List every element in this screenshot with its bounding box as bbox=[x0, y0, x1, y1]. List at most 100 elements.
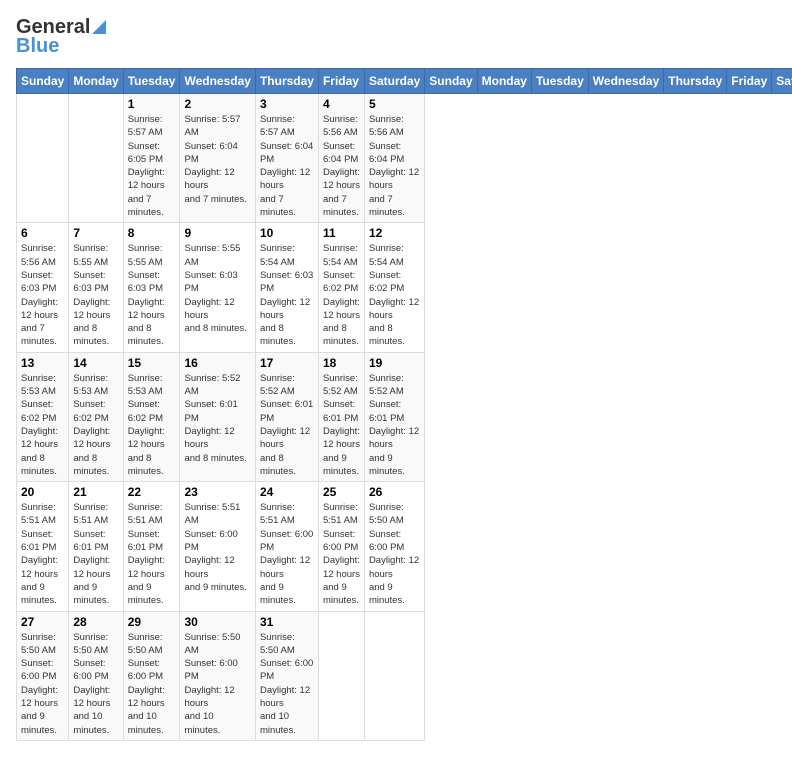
cell-content: Sunrise: 5:57 AM Sunset: 6:04 PM Dayligh… bbox=[260, 113, 314, 219]
weekday-header-cell: Sunday bbox=[425, 69, 477, 94]
day-number: 4 bbox=[323, 97, 360, 111]
cell-content: Sunrise: 5:50 AM Sunset: 6:00 PM Dayligh… bbox=[73, 631, 118, 737]
day-number: 8 bbox=[128, 226, 176, 240]
day-number: 23 bbox=[184, 485, 250, 499]
cell-content: Sunrise: 5:57 AM Sunset: 6:04 PM Dayligh… bbox=[184, 113, 250, 206]
calendar-cell: 20 Sunrise: 5:51 AM Sunset: 6:01 PM Dayli… bbox=[17, 482, 69, 611]
calendar-cell bbox=[17, 94, 69, 223]
cell-content: Sunrise: 5:51 AM Sunset: 6:00 PM Dayligh… bbox=[323, 501, 360, 607]
day-number: 25 bbox=[323, 485, 360, 499]
day-number: 14 bbox=[73, 356, 118, 370]
cell-content: Sunrise: 5:51 AM Sunset: 6:01 PM Dayligh… bbox=[21, 501, 64, 607]
calendar-cell: 15Sunrise: 5:53 AM Sunset: 6:02 PM Dayli… bbox=[123, 352, 180, 481]
page-header: General Blue bbox=[16, 16, 776, 58]
calendar-week-row: 6 Sunrise: 5:56 AM Sunset: 6:03 PM Daylig… bbox=[17, 223, 792, 352]
calendar-table: SundayMondayTuesdayWednesdayThursdayFrid… bbox=[16, 68, 792, 741]
weekday-header: Sunday bbox=[17, 69, 69, 94]
cell-content: Sunrise: 5:51 AM Sunset: 6:01 PM Dayligh… bbox=[128, 501, 176, 607]
day-number: 26 bbox=[369, 485, 420, 499]
weekday-header-cell: Friday bbox=[727, 69, 772, 94]
calendar-cell: 26Sunrise: 5:50 AM Sunset: 6:00 PM Dayli… bbox=[364, 482, 424, 611]
cell-content: Sunrise: 5:50 AM Sunset: 6:00 PM Dayligh… bbox=[260, 631, 314, 737]
day-number: 19 bbox=[369, 356, 420, 370]
day-number: 13 bbox=[21, 356, 64, 370]
calendar-cell: 30Sunrise: 5:50 AM Sunset: 6:00 PM Dayli… bbox=[180, 611, 255, 740]
weekday-header-cell: Wednesday bbox=[588, 69, 663, 94]
weekday-header-cell: Thursday bbox=[664, 69, 727, 94]
calendar-cell: 14 Sunrise: 5:53 AM Sunset: 6:02 PM Dayli… bbox=[69, 352, 123, 481]
calendar-cell: 24 Sunrise: 5:51 AM Sunset: 6:00 PM Dayli… bbox=[255, 482, 318, 611]
calendar-cell: 18Sunrise: 5:52 AM Sunset: 6:01 PM Dayli… bbox=[318, 352, 364, 481]
day-number: 24 bbox=[260, 485, 314, 499]
day-number: 21 bbox=[73, 485, 118, 499]
weekday-header: Saturday bbox=[364, 69, 424, 94]
weekday-header: Monday bbox=[69, 69, 123, 94]
day-number: 6 bbox=[21, 226, 64, 240]
calendar-cell: 25 Sunrise: 5:51 AM Sunset: 6:00 PM Dayli… bbox=[318, 482, 364, 611]
day-number: 7 bbox=[73, 226, 118, 240]
cell-content: Sunrise: 5:51 AM Sunset: 6:00 PM Dayligh… bbox=[260, 501, 314, 607]
calendar-week-row: 1Sunrise: 5:57 AM Sunset: 6:05 PM Daylig… bbox=[17, 94, 792, 223]
cell-content: Sunrise: 5:55 AM Sunset: 6:03 PM Dayligh… bbox=[73, 242, 118, 348]
day-number: 9 bbox=[184, 226, 250, 240]
cell-content: Sunrise: 5:57 AM Sunset: 6:05 PM Dayligh… bbox=[128, 113, 176, 219]
day-number: 29 bbox=[128, 615, 176, 629]
weekday-header: Thursday bbox=[255, 69, 318, 94]
calendar-cell: 13 Sunrise: 5:53 AM Sunset: 6:02 PM Dayli… bbox=[17, 352, 69, 481]
day-number: 3 bbox=[260, 97, 314, 111]
day-number: 22 bbox=[128, 485, 176, 499]
calendar-cell: 4 Sunrise: 5:56 AM Sunset: 6:04 PM Daylig… bbox=[318, 94, 364, 223]
calendar-week-row: 20 Sunrise: 5:51 AM Sunset: 6:01 PM Dayli… bbox=[17, 482, 792, 611]
cell-content: Sunrise: 5:53 AM Sunset: 6:02 PM Dayligh… bbox=[21, 372, 64, 478]
calendar-cell: 9Sunrise: 5:55 AM Sunset: 6:03 PM Daylig… bbox=[180, 223, 255, 352]
logo-blue-text: Blue bbox=[16, 35, 59, 58]
weekday-header-cell: Monday bbox=[477, 69, 531, 94]
day-number: 20 bbox=[21, 485, 64, 499]
calendar-cell: 23 Sunrise: 5:51 AM Sunset: 6:00 PM Dayli… bbox=[180, 482, 255, 611]
logo: General Blue bbox=[16, 16, 106, 58]
day-number: 31 bbox=[260, 615, 314, 629]
cell-content: Sunrise: 5:56 AM Sunset: 6:04 PM Dayligh… bbox=[323, 113, 360, 219]
calendar-cell: 3 Sunrise: 5:57 AM Sunset: 6:04 PM Daylig… bbox=[255, 94, 318, 223]
day-number: 10 bbox=[260, 226, 314, 240]
calendar-cell: 29Sunrise: 5:50 AM Sunset: 6:00 PM Dayli… bbox=[123, 611, 180, 740]
cell-content: Sunrise: 5:52 AM Sunset: 6:01 PM Dayligh… bbox=[369, 372, 420, 478]
calendar-week-row: 27 Sunrise: 5:50 AM Sunset: 6:00 PM Dayli… bbox=[17, 611, 792, 740]
day-number: 27 bbox=[21, 615, 64, 629]
day-number: 16 bbox=[184, 356, 250, 370]
cell-content: Sunrise: 5:53 AM Sunset: 6:02 PM Dayligh… bbox=[73, 372, 118, 478]
calendar-cell: 27Sunrise: 5:50 AM Sunset: 6:00 PM Dayli… bbox=[17, 611, 69, 740]
weekday-header: Friday bbox=[318, 69, 364, 94]
cell-content: Sunrise: 5:54 AM Sunset: 6:02 PM Dayligh… bbox=[369, 242, 420, 348]
weekday-header: Wednesday bbox=[180, 69, 255, 94]
calendar-week-row: 13 Sunrise: 5:53 AM Sunset: 6:02 PM Dayli… bbox=[17, 352, 792, 481]
calendar-cell: 6 Sunrise: 5:56 AM Sunset: 6:03 PM Daylig… bbox=[17, 223, 69, 352]
cell-content: Sunrise: 5:54 AM Sunset: 6:03 PM Dayligh… bbox=[260, 242, 314, 348]
calendar-cell: 16Sunrise: 5:52 AM Sunset: 6:01 PM Dayli… bbox=[180, 352, 255, 481]
cell-content: Sunrise: 5:56 AM Sunset: 6:04 PM Dayligh… bbox=[369, 113, 420, 219]
calendar-cell: 1Sunrise: 5:57 AM Sunset: 6:05 PM Daylig… bbox=[123, 94, 180, 223]
day-number: 12 bbox=[369, 226, 420, 240]
day-number: 17 bbox=[260, 356, 314, 370]
weekday-header-cell: Saturday bbox=[772, 69, 792, 94]
cell-content: Sunrise: 5:50 AM Sunset: 6:00 PM Dayligh… bbox=[184, 631, 250, 737]
day-number: 11 bbox=[323, 226, 360, 240]
cell-content: Sunrise: 5:51 AM Sunset: 6:00 PM Dayligh… bbox=[184, 501, 250, 594]
calendar-cell: 5 Sunrise: 5:56 AM Sunset: 6:04 PM Daylig… bbox=[364, 94, 424, 223]
calendar-cell: 28 Sunrise: 5:50 AM Sunset: 6:00 PM Dayli… bbox=[69, 611, 123, 740]
weekday-header: Tuesday bbox=[123, 69, 180, 94]
calendar-cell bbox=[69, 94, 123, 223]
day-number: 5 bbox=[369, 97, 420, 111]
calendar-cell: 19 Sunrise: 5:52 AM Sunset: 6:01 PM Dayli… bbox=[364, 352, 424, 481]
calendar-header-row: SundayMondayTuesdayWednesdayThursdayFrid… bbox=[17, 69, 792, 94]
calendar-cell: 21Sunrise: 5:51 AM Sunset: 6:01 PM Dayli… bbox=[69, 482, 123, 611]
calendar-cell: 17 Sunrise: 5:52 AM Sunset: 6:01 PM Dayli… bbox=[255, 352, 318, 481]
calendar-cell: 7 Sunrise: 5:55 AM Sunset: 6:03 PM Daylig… bbox=[69, 223, 123, 352]
logo-triangle-icon bbox=[92, 20, 106, 34]
calendar-cell: 12 Sunrise: 5:54 AM Sunset: 6:02 PM Dayli… bbox=[364, 223, 424, 352]
day-number: 18 bbox=[323, 356, 360, 370]
cell-content: Sunrise: 5:56 AM Sunset: 6:03 PM Dayligh… bbox=[21, 242, 64, 348]
cell-content: Sunrise: 5:52 AM Sunset: 6:01 PM Dayligh… bbox=[260, 372, 314, 478]
day-number: 28 bbox=[73, 615, 118, 629]
cell-content: Sunrise: 5:54 AM Sunset: 6:02 PM Dayligh… bbox=[323, 242, 360, 348]
